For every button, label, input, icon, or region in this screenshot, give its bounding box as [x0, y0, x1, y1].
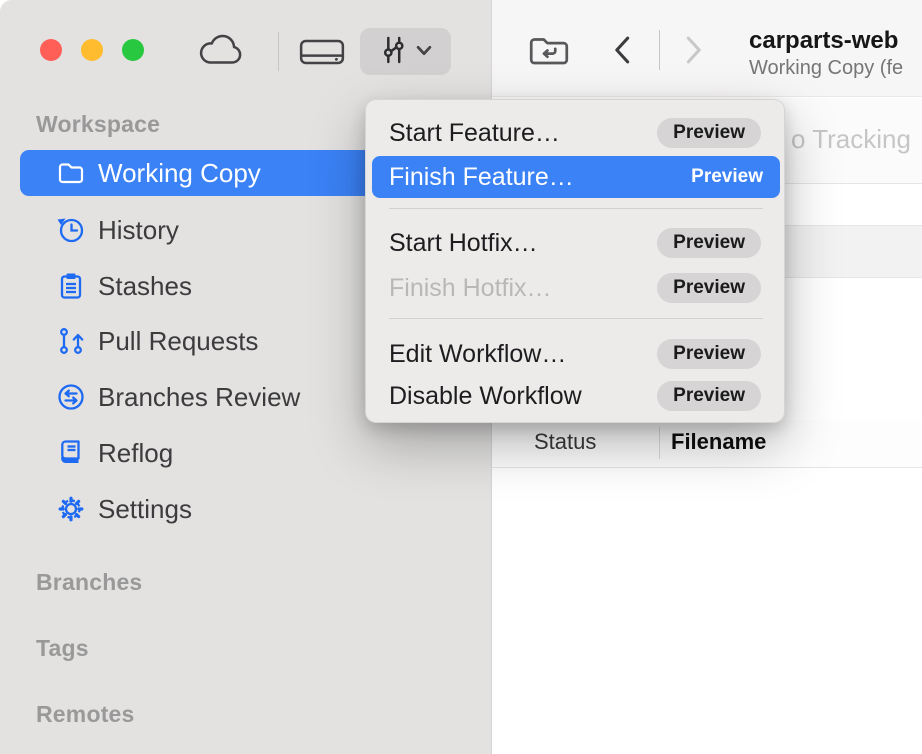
menu-item-finish-hotfix[interactable]: Finish Hotfix… Preview: [366, 266, 784, 310]
drive-button[interactable]: [298, 33, 346, 74]
repo-title-block: carparts-web Working Copy (fe: [749, 26, 922, 81]
main-toolbar: carparts-web Working Copy (fe: [492, 0, 922, 97]
menu-item-label: Start Hotfix…: [389, 229, 657, 258]
menu-item-edit-workflow[interactable]: Edit Workflow… Preview: [366, 332, 784, 376]
sidebar-item-reflog[interactable]: Reflog: [20, 430, 471, 476]
sidebar-item-label: Settings: [98, 494, 192, 525]
sidebar-item-label: Working Copy: [98, 158, 261, 189]
tracking-label: o Tracking: [791, 124, 911, 155]
toolbar-divider: [659, 30, 660, 70]
close-button[interactable]: [40, 39, 62, 61]
column-header-filename[interactable]: Filename: [671, 429, 766, 455]
menu-item-label: Edit Workflow…: [389, 340, 657, 369]
sidebar-item-label: Stashes: [98, 271, 192, 302]
menu-separator: [389, 318, 763, 319]
folder-return-icon: [526, 59, 572, 74]
reveal-in-folder-button[interactable]: [526, 31, 572, 74]
minimize-button[interactable]: [81, 39, 103, 61]
preview-badge: Preview: [657, 339, 761, 369]
book-icon: [56, 438, 86, 468]
menu-item-finish-feature[interactable]: Finish Feature… Preview: [372, 156, 780, 198]
history-icon: [56, 215, 86, 245]
preview-badge: Preview: [691, 162, 763, 192]
chevron-left-icon: [610, 54, 635, 69]
preview-badge: Preview: [657, 381, 761, 411]
table-header-divider: [492, 467, 922, 468]
preview-badge: Preview: [657, 228, 761, 258]
gitflow-icon: [380, 35, 407, 68]
menu-separator: [389, 208, 763, 209]
section-header-remotes[interactable]: Remotes: [36, 701, 135, 728]
toolbar-divider: [278, 32, 279, 71]
chevron-right-icon: [681, 54, 706, 69]
zoom-button[interactable]: [122, 39, 144, 61]
chevron-down-icon: [416, 44, 432, 59]
external-drive-icon: [298, 59, 346, 74]
gear-icon: [56, 494, 86, 524]
forward-button[interactable]: [681, 34, 706, 69]
menu-item-disable-workflow[interactable]: Disable Workflow Preview: [366, 374, 784, 418]
menu-item-label: Finish Hotfix…: [389, 274, 657, 303]
section-header-tags[interactable]: Tags: [36, 635, 89, 662]
cloud-icon: [197, 57, 245, 72]
preview-badge: Preview: [657, 118, 761, 148]
folder-icon: [56, 158, 86, 188]
compare-arrows-icon: [56, 382, 86, 412]
repo-subtitle: Working Copy (fe: [749, 55, 922, 81]
cloud-button[interactable]: [197, 33, 245, 72]
menu-item-start-hotfix[interactable]: Start Hotfix… Preview: [366, 221, 784, 265]
gitflow-dropdown-menu: Start Feature… Preview Finish Feature… P…: [365, 99, 785, 423]
menu-item-label: Finish Feature…: [389, 163, 691, 192]
gitflow-menu-button[interactable]: [360, 28, 451, 75]
sidebar-item-settings[interactable]: Settings: [20, 486, 471, 532]
pull-request-icon: [56, 326, 86, 356]
menu-item-label: Disable Workflow: [389, 382, 657, 411]
column-header-status[interactable]: Status: [534, 429, 596, 455]
sidebar-item-label: History: [98, 215, 179, 246]
preview-badge: Preview: [657, 273, 761, 303]
menu-item-start-feature[interactable]: Start Feature… Preview: [366, 111, 784, 155]
column-divider[interactable]: [659, 427, 660, 459]
repo-title: carparts-web: [749, 26, 922, 55]
clipboard-icon: [56, 271, 86, 301]
section-header-branches[interactable]: Branches: [36, 569, 142, 596]
section-header-workspace: Workspace: [36, 111, 160, 138]
sidebar-item-label: Branches Review: [98, 382, 300, 413]
app-window: Workspace Working Copy History: [0, 0, 922, 754]
menu-item-label: Start Feature…: [389, 119, 657, 148]
back-button[interactable]: [610, 34, 635, 69]
sidebar-item-label: Pull Requests: [98, 326, 258, 357]
sidebar-item-label: Reflog: [98, 438, 173, 469]
file-table-header: Status Filename: [492, 420, 922, 467]
